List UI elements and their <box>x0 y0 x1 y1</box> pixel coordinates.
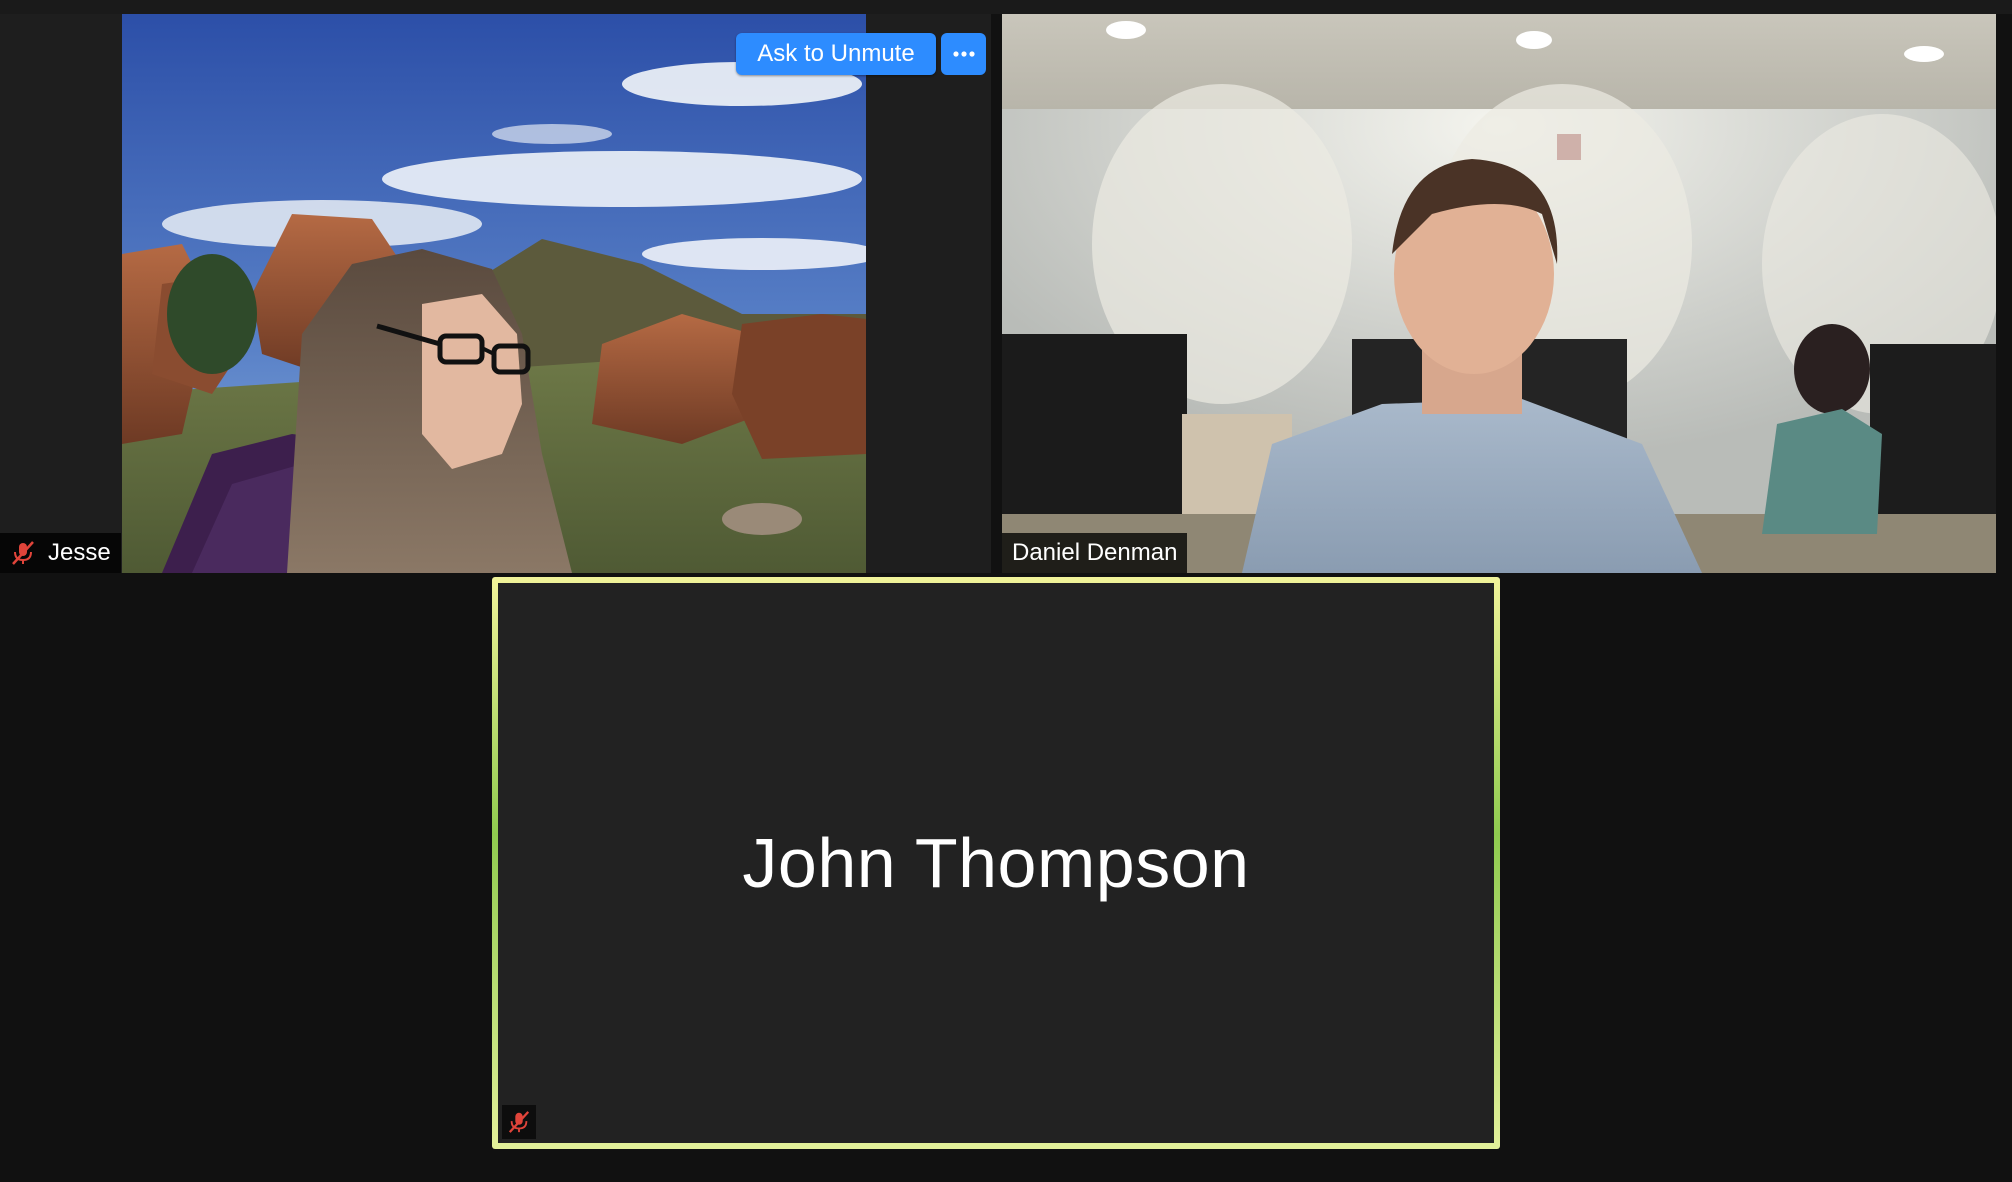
ask-to-unmute-button[interactable]: Ask to Unmute <box>736 33 936 75</box>
top-strip <box>0 0 2012 14</box>
muted-mic-icon <box>508 1111 530 1133</box>
more-options-button[interactable] <box>941 33 986 75</box>
video-frame-jesse <box>122 14 866 573</box>
participant-tile-john-thompson[interactable]: John Thompson <box>492 577 1500 1149</box>
participant-name-daniel-denman: Daniel Denman <box>1012 539 1178 566</box>
participant-name-jesse: Jesse <box>48 539 111 566</box>
muted-mic-icon <box>12 541 34 565</box>
gallery-view: Ask to Unmute Jesse Daniel Denman John T… <box>0 0 2012 1182</box>
ellipsis-icon <box>952 51 975 57</box>
participant-tile-jesse[interactable]: Ask to Unmute Jesse <box>0 14 991 573</box>
participant-tile-daniel-denman[interactable]: Daniel Denman <box>1002 14 1996 573</box>
participant-video-jesse <box>122 14 866 573</box>
participant-nametag-daniel-denman: Daniel Denman <box>1002 533 1188 573</box>
participant-name-john-thompson: John Thompson <box>742 824 1250 902</box>
muted-mic-badge <box>502 1105 536 1139</box>
participant-nametag-jesse: Jesse <box>0 533 121 573</box>
participant-video-daniel-denman <box>1002 14 1996 573</box>
